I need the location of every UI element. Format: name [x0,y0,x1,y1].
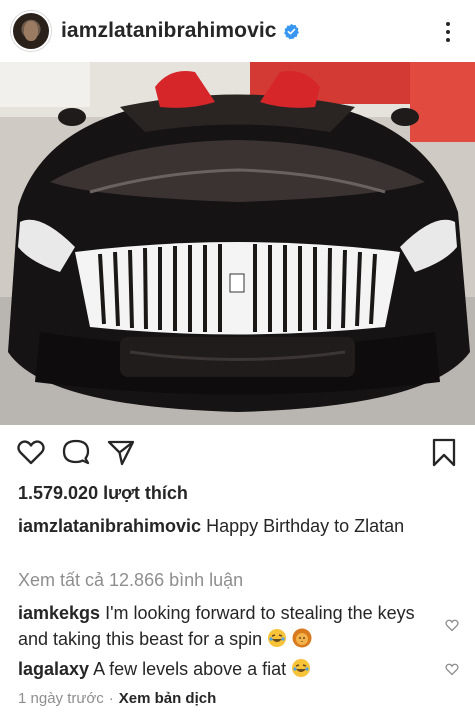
comment-item: lagalaxy A few levels above a fiat [18,656,438,682]
action-bar [0,432,475,476]
comment-username[interactable]: lagalaxy [18,659,89,679]
username-row: iamzlatanibrahimovic [61,19,300,43]
laughing-emoji-icon [292,659,311,677]
avatar[interactable] [11,11,51,51]
lion-emoji-icon [292,628,312,648]
avatar-face [24,21,38,41]
caption-text: Happy Birthday to Zlatan [201,516,405,536]
heart-icon[interactable] [16,437,46,467]
more-options-icon[interactable] [437,21,459,43]
car-photo-illustration [0,62,475,425]
likes-count[interactable]: 1.579.020 lượt thích [18,483,188,504]
comment-text: A few levels above a fiat [89,659,292,679]
caption-username[interactable]: iamzlatanibrahimovic [18,516,201,536]
comment-like-heart-icon[interactable] [445,618,459,632]
paper-plane-icon[interactable] [106,437,136,467]
post-meta: 1 ngày trước · Xem bản dịch [18,690,216,707]
comment-like-heart-icon[interactable] [445,662,459,676]
username-link[interactable]: iamzlatanibrahimovic [61,19,277,43]
laughing-emoji-icon [268,629,287,647]
view-all-comments-link[interactable]: Xem tất cả 12.866 bình luận [18,570,243,591]
see-translation-link[interactable]: Xem bản dịch [119,690,217,707]
bookmark-icon[interactable] [429,437,459,467]
time-ago: 1 ngày trước [18,690,104,707]
post-photo[interactable] [0,62,475,425]
separator-dot: · [108,690,114,707]
comment-bubble-icon[interactable] [61,437,91,467]
comment-item: iamkekgs I'm looking forward to stealing… [18,600,438,652]
caption: iamzlatanibrahimovic Happy Birthday to Z… [18,513,458,540]
comment-username[interactable]: iamkekgs [18,603,100,623]
verified-badge-icon [283,23,299,39]
post-header: iamzlatanibrahimovic [0,0,475,62]
